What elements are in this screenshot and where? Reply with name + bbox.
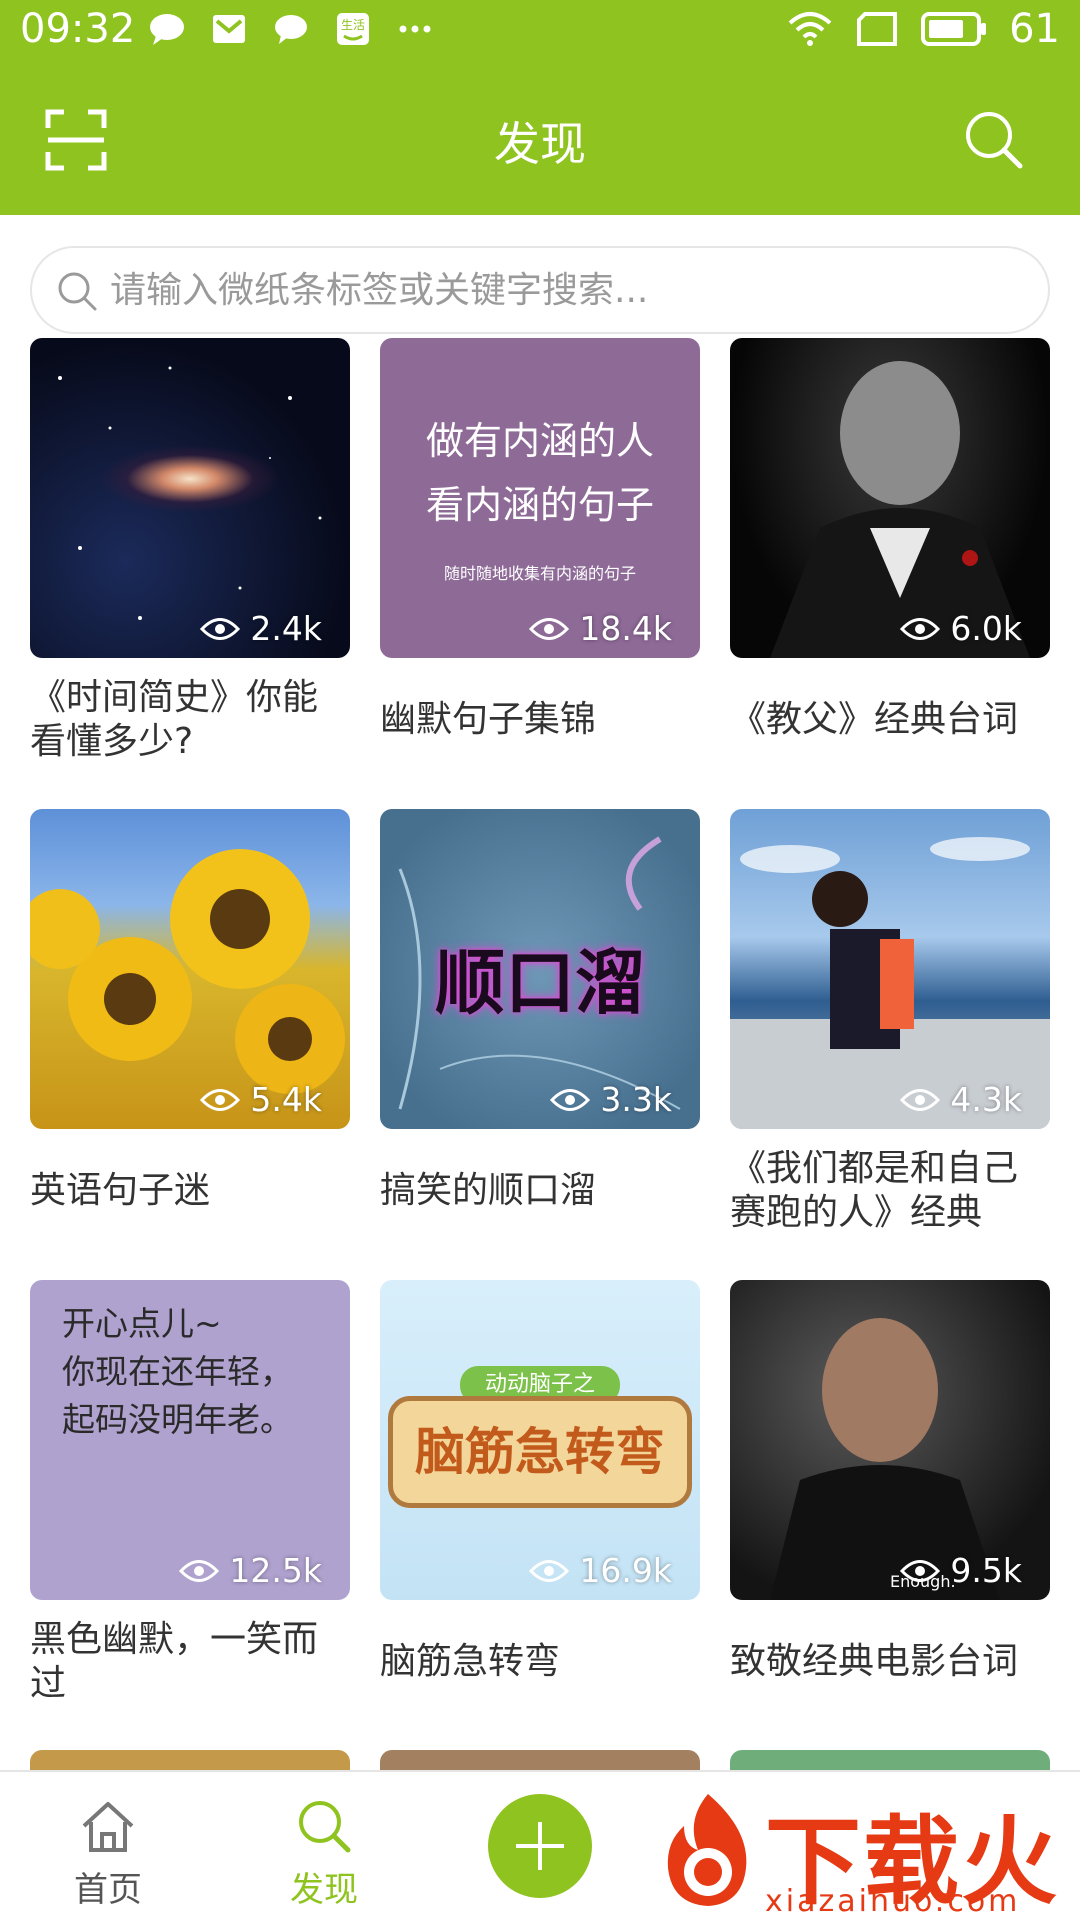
card-thumbnail[interactable]: 顺口溜 3.3k (380, 809, 700, 1129)
card-title: 黑色幽默，一笑而过 (30, 1619, 319, 1704)
card-thumbnail-partial[interactable] (730, 1750, 1050, 1770)
life-app-icon: 生活 (337, 13, 369, 45)
card-thumbnail[interactable]: 4.3k (730, 809, 1050, 1129)
battery-icon (921, 12, 987, 46)
card-thumbnail[interactable]: Enough. 9.5k (730, 1280, 1050, 1600)
eye-icon (529, 1559, 570, 1582)
mail-icon (213, 15, 245, 43)
image-caption: 随时随地收集有内涵的句子 (443, 564, 636, 583)
eye-icon (529, 617, 570, 640)
watermark: 下载火 xiazaihuo.com (640, 1780, 1080, 1920)
card-title: 《时间简史》你能看懂多少? (30, 677, 319, 762)
card-thumbnail[interactable]: 6.0k (730, 338, 1050, 658)
card-title: 致敬经典电影台词 (730, 1641, 1019, 1682)
eye-icon (900, 617, 941, 640)
card-title: 《我们都是和自己赛跑的人》经典句... (730, 1148, 1019, 1233)
watermark-domain: xiazaihuo.com (765, 1884, 1021, 1919)
search-icon[interactable] (964, 110, 1024, 170)
eye-icon (550, 1088, 591, 1111)
svg-text:生活: 生活 (341, 18, 365, 32)
page-title: 发现 (494, 117, 586, 171)
card-thumbnail[interactable]: 2.4k (30, 338, 350, 658)
view-count: 2.4k (200, 609, 322, 648)
wifi-icon (788, 12, 832, 46)
message-icon (275, 15, 307, 44)
list-item[interactable]: 2.4k 《时间简史》你能看懂多少? (30, 338, 350, 764)
list-item[interactable]: 动动脑子之 脑筋急转弯 16.9k 脑筋急转弯 (380, 1280, 700, 1706)
list-item[interactable]: 4.3k 《我们都是和自己赛跑的人》经典句... (730, 809, 1050, 1235)
image-caption: 做有内涵的人 (425, 419, 654, 463)
eye-icon (200, 617, 241, 640)
eye-icon (900, 1559, 941, 1582)
list-item[interactable]: 做有内涵的人 看内涵的句子 随时随地收集有内涵的句子 18.4k 幽默句子集锦 (380, 338, 700, 764)
chat-bubble-icon (150, 14, 184, 45)
add-button[interactable] (488, 1794, 592, 1898)
card-title: 脑筋急转弯 (380, 1641, 561, 1682)
flame-logo-icon (667, 1794, 747, 1906)
list-item[interactable]: 顺口溜 3.3k 搞笑的顺口溜 (380, 809, 700, 1235)
image-caption: 开心点儿~ 你现在还年轻， 起码没明年老。 (62, 1304, 293, 1439)
card-thumbnail-partial[interactable] (380, 1750, 700, 1770)
card-thumbnail[interactable]: 动动脑子之 脑筋急转弯 16.9k (380, 1280, 700, 1600)
notification-icons: 生活 (148, 12, 434, 46)
view-count: 18.4k (529, 609, 672, 648)
battery-level: 61 (1009, 6, 1060, 52)
list-item[interactable]: Enough. 9.5k 致敬经典电影台词 (730, 1280, 1050, 1706)
eye-icon (900, 1088, 941, 1111)
card-title: 英语句子迷 (30, 1170, 211, 1211)
search-icon (58, 272, 97, 311)
card-thumbnail-partial[interactable] (30, 1750, 350, 1770)
search-input[interactable] (110, 258, 1010, 322)
app-header: 09:32 生活 61 发现 (0, 0, 1080, 215)
list-item[interactable]: 5.4k 英语句子迷 (30, 809, 350, 1235)
nav-home[interactable]: 首页 (38, 1772, 178, 1911)
status-bar: 09:32 生活 61 (0, 0, 1080, 64)
list-item[interactable]: 6.0k 《教父》经典台词 (730, 338, 1050, 764)
eye-icon (179, 1559, 220, 1582)
card-thumbnail[interactable]: 做有内涵的人 看内涵的句子 随时随地收集有内涵的句子 18.4k (380, 338, 700, 658)
card-title: 幽默句子集锦 (380, 699, 597, 740)
view-count: 16.9k (529, 1551, 672, 1590)
card-thumbnail[interactable]: 5.4k (30, 809, 350, 1129)
list-item[interactable]: 开心点儿~ 你现在还年轻， 起码没明年老。 12.5k 黑色幽默，一笑而过 (30, 1280, 350, 1706)
search-icon (299, 1801, 351, 1853)
image-caption: 看内涵的句子 (425, 483, 654, 527)
status-right: 61 (787, 6, 1060, 52)
sim-card-icon (857, 12, 898, 46)
search-bar[interactable] (30, 246, 1050, 334)
eye-icon (200, 1088, 241, 1111)
home-icon (82, 1802, 134, 1852)
card-thumbnail[interactable]: 开心点儿~ 你现在还年轻， 起码没明年老。 12.5k (30, 1280, 350, 1600)
card-title: 《教父》经典台词 (730, 699, 1019, 740)
view-count: 9.5k (900, 1551, 1022, 1590)
view-count: 3.3k (550, 1080, 672, 1119)
image-caption: 顺口溜 (435, 942, 645, 1024)
nav-discover[interactable]: 发现 (254, 1772, 394, 1911)
view-count: 6.0k (900, 609, 1022, 648)
more-dots-icon (399, 25, 431, 33)
view-count: 4.3k (900, 1080, 1022, 1119)
view-count: 5.4k (200, 1080, 322, 1119)
status-time: 09:32 (20, 6, 136, 52)
image-caption: 脑筋急转弯 (388, 1396, 692, 1508)
card-title: 搞笑的顺口溜 (380, 1170, 597, 1211)
view-count: 12.5k (179, 1551, 322, 1590)
